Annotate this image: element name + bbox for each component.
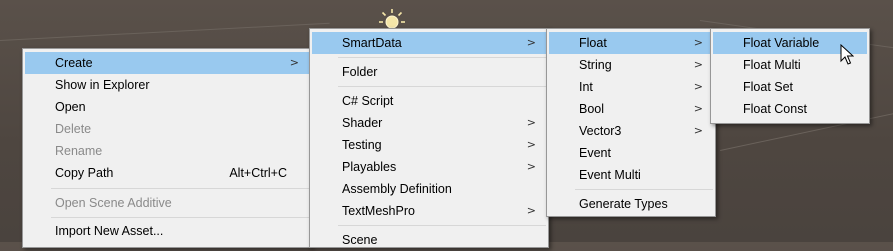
menu-item-label: Shader — [342, 116, 383, 130]
menu-separator — [51, 188, 309, 189]
create-submenu: SmartData > Folder C# Script Shader > Te… — [309, 28, 549, 248]
menu-item-create[interactable]: Create > — [25, 52, 309, 74]
menu-item-float-const[interactable]: Float Const — [713, 98, 867, 120]
chevron-right-icon: > — [526, 160, 536, 173]
menu-item-playables[interactable]: Playables > — [312, 156, 546, 178]
menu-item-label: SmartData — [342, 36, 402, 50]
menu-item-open-scene-additive: Open Scene Additive — [25, 192, 309, 214]
menu-item-csharp-script[interactable]: C# Script — [312, 90, 546, 112]
chevron-right-icon: > — [526, 36, 536, 49]
menu-item-float[interactable]: Float > — [549, 32, 713, 54]
menu-item-open[interactable]: Open — [25, 96, 309, 118]
context-menu: Create > Show in Explorer Open Delete Re… — [22, 48, 312, 248]
menu-item-event[interactable]: Event — [549, 142, 713, 164]
menu-item-label: Vector3 — [579, 124, 622, 138]
menu-item-bool[interactable]: Bool > — [549, 98, 713, 120]
menu-item-label: Float Multi — [743, 58, 801, 72]
chevron-right-icon: > — [526, 116, 536, 129]
menu-item-textmeshpro[interactable]: TextMeshPro > — [312, 200, 546, 222]
menu-item-label: Rename — [55, 144, 103, 158]
chevron-right-icon: > — [693, 58, 703, 71]
menu-item-label: Bool — [579, 102, 605, 116]
menu-item-label: Testing — [342, 138, 382, 152]
menu-item-folder[interactable]: Folder — [312, 61, 546, 83]
scene-grid-line — [0, 22, 330, 41]
menu-item-label: Generate Types — [579, 197, 668, 211]
menu-item-label: Open — [55, 100, 86, 114]
menu-item-label: Float Set — [743, 80, 794, 94]
menu-item-label: Float — [579, 36, 607, 50]
menu-item-generate-types[interactable]: Generate Types — [549, 193, 713, 215]
menu-item-label: Show in Explorer — [55, 78, 150, 92]
menu-item-label: Import New Asset... — [55, 224, 164, 238]
menu-item-label: String — [579, 58, 612, 72]
menu-item-label: Delete — [55, 122, 92, 136]
menu-item-import-new-asset[interactable]: Import New Asset... — [25, 220, 309, 242]
chevron-right-icon: > — [526, 204, 536, 217]
smartdata-submenu: Float > String > Int > Bool > Vector3 > … — [546, 28, 716, 217]
menu-item-label: Open Scene Additive — [55, 196, 172, 210]
menu-item-vector3[interactable]: Vector3 > — [549, 120, 713, 142]
menu-separator — [51, 217, 309, 218]
menu-item-label: Float Const — [743, 102, 807, 116]
menu-item-label: Create — [55, 56, 93, 70]
menu-item-copy-path[interactable]: Copy Path Alt+Ctrl+C — [25, 162, 309, 184]
chevron-right-icon: > — [693, 80, 703, 93]
menu-item-label: TextMeshPro — [342, 204, 415, 218]
shortcut-label: Alt+Ctrl+C — [229, 166, 287, 180]
menu-separator — [338, 57, 546, 58]
menu-item-label: Copy Path — [55, 166, 114, 180]
float-submenu: Float Variable Float Multi Float Set Flo… — [710, 28, 870, 124]
mouse-cursor-icon — [840, 44, 854, 65]
chevron-right-icon: > — [289, 56, 299, 69]
menu-item-rename: Rename — [25, 140, 309, 162]
menu-item-label: Scene — [342, 233, 378, 247]
menu-item-event-multi[interactable]: Event Multi — [549, 164, 713, 186]
menu-item-label: Event Multi — [579, 168, 641, 182]
menu-item-testing[interactable]: Testing > — [312, 134, 546, 156]
menu-item-label: Event — [579, 146, 611, 160]
menu-item-label: Assembly Definition — [342, 182, 452, 196]
menu-item-label: Playables — [342, 160, 397, 174]
menu-item-label: Folder — [342, 65, 378, 79]
menu-item-label: Float Variable — [743, 36, 820, 50]
menu-separator — [575, 189, 713, 190]
menu-item-string[interactable]: String > — [549, 54, 713, 76]
chevron-right-icon: > — [693, 124, 703, 137]
menu-item-delete: Delete — [25, 118, 309, 140]
menu-separator — [338, 86, 546, 87]
chevron-right-icon: > — [693, 36, 703, 49]
menu-item-shader[interactable]: Shader > — [312, 112, 546, 134]
menu-item-assembly-definition[interactable]: Assembly Definition — [312, 178, 546, 200]
chevron-right-icon: > — [526, 138, 536, 151]
menu-separator — [338, 225, 546, 226]
menu-item-int[interactable]: Int > — [549, 76, 713, 98]
menu-item-label: Int — [579, 80, 593, 94]
menu-item-scene[interactable]: Scene — [312, 229, 546, 251]
menu-item-show-in-explorer[interactable]: Show in Explorer — [25, 74, 309, 96]
menu-item-smartdata[interactable]: SmartData > — [312, 32, 546, 54]
chevron-right-icon: > — [693, 102, 703, 115]
menu-item-float-set[interactable]: Float Set — [713, 76, 867, 98]
menu-item-label: C# Script — [342, 94, 394, 108]
